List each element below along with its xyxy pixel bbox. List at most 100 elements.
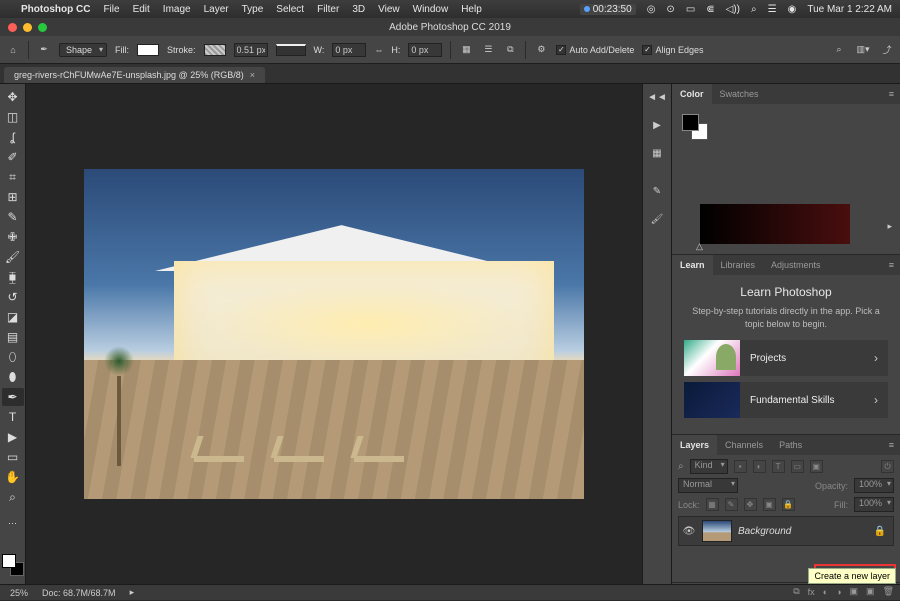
stroke-style-dropdown[interactable] xyxy=(276,44,306,56)
crop-tool[interactable]: ⌗ xyxy=(2,168,24,186)
document-tab[interactable]: greg-rivers-rChFUMwAe7E-unsplash.jpg @ 2… xyxy=(4,67,265,83)
eyedropper-tool[interactable]: ✎ xyxy=(2,208,24,226)
volume-icon[interactable]: ◁)) xyxy=(726,4,740,15)
document-canvas[interactable] xyxy=(84,169,584,499)
zoom-level[interactable]: 25% xyxy=(10,588,28,598)
menu-layer[interactable]: Layer xyxy=(204,4,229,15)
menu-window[interactable]: Window xyxy=(413,4,449,15)
filter-smart-icon[interactable]: ▣ xyxy=(810,460,823,473)
lasso-tool[interactable]: ʆ xyxy=(2,128,24,146)
link-layers-icon[interactable]: ⧉ xyxy=(793,586,799,597)
edit-toolbar-icon[interactable]: ⋯ xyxy=(2,514,24,532)
color-fg-bg-swatch[interactable] xyxy=(682,114,708,140)
tab-adjustments[interactable]: Adjustments xyxy=(763,255,829,275)
link-wh-icon[interactable]: ⇔ xyxy=(374,45,383,55)
search-icon[interactable]: ⌕ xyxy=(832,43,846,57)
visibility-toggle-icon[interactable]: 👁 xyxy=(682,526,696,537)
new-layer-icon[interactable]: ▣ xyxy=(866,586,875,597)
close-tab-icon[interactable]: × xyxy=(250,70,255,80)
history-icon[interactable]: ▦ xyxy=(650,146,664,160)
close-window-button[interactable] xyxy=(8,23,17,32)
hue-strip[interactable] xyxy=(700,204,850,244)
eraser-tool[interactable]: ◪ xyxy=(2,308,24,326)
layer-fx-icon[interactable]: fx xyxy=(808,587,815,597)
play-icon[interactable]: ▶ xyxy=(650,118,664,132)
frame-tool[interactable]: ⊞ xyxy=(2,188,24,206)
cloud-sync-icon[interactable]: ◎ xyxy=(647,4,656,15)
menu-3d[interactable]: 3D xyxy=(352,4,365,15)
fg-bg-swatch[interactable] xyxy=(2,554,24,576)
status-more-icon[interactable]: ▸ xyxy=(130,587,135,598)
gradient-tool[interactable]: ▤ xyxy=(2,328,24,346)
filter-shape-icon[interactable]: ▭ xyxy=(791,460,804,473)
zoom-window-button[interactable] xyxy=(38,23,47,32)
opacity-field[interactable]: 100% xyxy=(854,478,894,493)
minimize-window-button[interactable] xyxy=(23,23,32,32)
expand-left-icon[interactable]: ◄◄ xyxy=(650,90,664,104)
hue-slider-handle[interactable]: △ xyxy=(696,241,703,252)
blur-tool[interactable]: ⬯ xyxy=(2,348,24,366)
tab-layers[interactable]: Layers xyxy=(672,435,717,455)
lock-all-icon[interactable]: 🔒 xyxy=(782,498,795,511)
menu-view[interactable]: View xyxy=(378,4,400,15)
canvas-area[interactable] xyxy=(26,84,642,584)
panel-menu-icon[interactable]: ≡ xyxy=(883,260,900,270)
menu-file[interactable]: File xyxy=(103,4,119,15)
tab-channels[interactable]: Channels xyxy=(717,435,771,455)
doc-size[interactable]: Doc: 68.7M/68.7M xyxy=(42,588,116,598)
clock-text[interactable]: Tue Mar 1 2:22 AM xyxy=(807,4,892,15)
filter-pixel-icon[interactable]: ▪ xyxy=(734,460,747,473)
tool-mode-dropdown[interactable]: Shape xyxy=(59,43,107,57)
app-name[interactable]: Photoshop CC xyxy=(21,4,90,15)
menu-image[interactable]: Image xyxy=(163,4,191,15)
layer-group-icon[interactable]: ▣ xyxy=(850,586,859,597)
pen-tool[interactable]: ✒ xyxy=(2,388,24,406)
lock-artboard-icon[interactable]: ▣ xyxy=(763,498,776,511)
stroke-swatch[interactable] xyxy=(204,44,226,56)
path-select-tool[interactable]: ▶ xyxy=(2,428,24,446)
adjustment-layer-icon[interactable]: ◑ xyxy=(836,587,841,597)
gear-icon[interactable]: ⚙ xyxy=(534,43,548,57)
fill-opacity-field[interactable]: 100% xyxy=(854,497,894,512)
clone-stamp-tool[interactable]: ⧯ xyxy=(2,268,24,286)
auto-add-delete-checkbox[interactable]: ✓Auto Add/Delete xyxy=(556,45,634,55)
tab-paths[interactable]: Paths xyxy=(771,435,810,455)
hue-cycle-icon[interactable]: ▸ xyxy=(887,221,892,232)
learn-card-projects[interactable]: Projects › xyxy=(684,340,888,376)
lock-pos-icon[interactable]: ✥ xyxy=(744,498,757,511)
tab-learn[interactable]: Learn xyxy=(672,255,713,275)
marquee-tool[interactable]: ◫ xyxy=(2,108,24,126)
layer-name[interactable]: Background xyxy=(738,526,868,537)
lock-trans-icon[interactable]: ▦ xyxy=(706,498,719,511)
siri-icon[interactable]: ◉ xyxy=(788,4,797,15)
menu-help[interactable]: Help xyxy=(461,4,482,15)
path-align-icon[interactable]: ☰ xyxy=(481,43,495,57)
tab-libraries[interactable]: Libraries xyxy=(713,255,764,275)
healing-tool[interactable]: ✙ xyxy=(2,228,24,246)
menu-type[interactable]: Type xyxy=(242,4,264,15)
history-brush-tool[interactable]: ↺ xyxy=(2,288,24,306)
delete-layer-icon[interactable]: 🗑 xyxy=(883,586,894,597)
tab-color[interactable]: Color xyxy=(672,84,712,104)
layer-thumbnail[interactable] xyxy=(702,520,732,542)
quick-select-tool[interactable]: ✐ xyxy=(2,148,24,166)
learn-card-fundamentals[interactable]: Fundamental Skills › xyxy=(684,382,888,418)
menu-filter[interactable]: Filter xyxy=(317,4,339,15)
move-tool[interactable]: ✥ xyxy=(2,88,24,106)
menu-edit[interactable]: Edit xyxy=(133,4,150,15)
hand-tool[interactable]: ✋ xyxy=(2,468,24,486)
type-tool[interactable]: T xyxy=(2,408,24,426)
timer-widget[interactable]: 00:23:50 xyxy=(580,4,636,15)
fill-swatch[interactable] xyxy=(137,44,159,56)
share-icon[interactable]: ⤴ xyxy=(880,43,894,57)
control-center-icon[interactable]: ☰ xyxy=(768,4,777,15)
brush-settings-icon[interactable]: ✎ xyxy=(650,184,664,198)
stroke-width-field[interactable] xyxy=(234,43,268,57)
layer-filter-kind[interactable]: Kind xyxy=(690,459,728,474)
panel-menu-icon[interactable]: ≡ xyxy=(883,440,900,450)
align-edges-checkbox[interactable]: ✓Align Edges xyxy=(642,45,703,55)
filter-type-icon[interactable]: T xyxy=(772,460,785,473)
brushes-icon[interactable]: 🖌 xyxy=(650,212,664,226)
blend-mode-dropdown[interactable]: Normal xyxy=(678,478,738,493)
workspace-icon[interactable]: ▥▾ xyxy=(856,43,870,57)
